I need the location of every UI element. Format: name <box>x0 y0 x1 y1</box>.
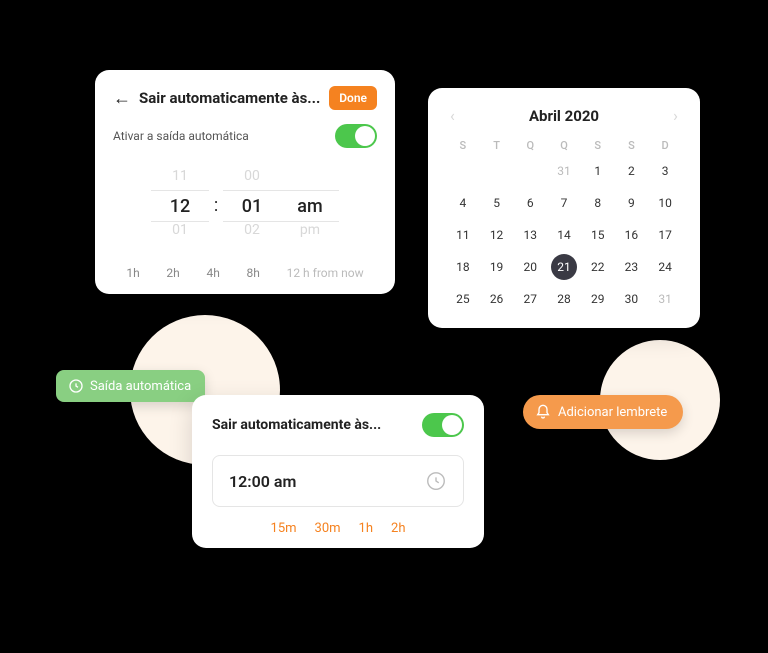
calendar-day[interactable]: 9 <box>615 190 649 216</box>
clock-icon <box>68 378 84 394</box>
calendar-day[interactable]: 26 <box>480 286 514 312</box>
calendar-day[interactable]: 20 <box>513 254 547 280</box>
calendar-prev-icon[interactable]: ‹ <box>446 106 459 125</box>
calendar-day <box>480 158 514 184</box>
bell-icon <box>535 404 551 420</box>
calendar-day[interactable]: 5 <box>480 190 514 216</box>
calendar-day[interactable]: 4 <box>446 190 480 216</box>
calendar-day[interactable]: 24 <box>648 254 682 280</box>
shortcut-2h[interactable]: 2h <box>166 266 179 280</box>
calendar-day[interactable]: 3 <box>648 158 682 184</box>
calendar-day[interactable]: 28 <box>547 286 581 312</box>
duration-shortcuts: 15m 30m 1h 2h <box>212 521 464 536</box>
button-label: Adicionar lembrete <box>558 405 667 420</box>
back-arrow-icon[interactable]: ← <box>113 88 131 109</box>
minute-column[interactable]: 00 01 02 <box>223 168 281 244</box>
calendar-day[interactable]: 13 <box>513 222 547 248</box>
calendar-day[interactable]: 14 <box>547 222 581 248</box>
calendar-day[interactable]: 29 <box>581 286 615 312</box>
calendar-day[interactable]: 10 <box>648 190 682 216</box>
shortcut-1h[interactable]: 1h <box>359 521 373 536</box>
calendar-dow: D <box>648 139 682 152</box>
calendar-day[interactable]: 17 <box>648 222 682 248</box>
add-reminder-button[interactable]: Adicionar lembrete <box>523 395 683 429</box>
calendar-next-icon[interactable]: › <box>669 106 682 125</box>
calendar-day[interactable]: 16 <box>615 222 649 248</box>
calendar-day[interactable]: 12 <box>480 222 514 248</box>
ampm-column[interactable]: am pm <box>281 168 339 244</box>
colon: : <box>209 168 223 244</box>
calendar-day[interactable]: 6 <box>513 190 547 216</box>
calendar-day[interactable]: 30 <box>615 286 649 312</box>
calendar-dow: S <box>615 139 649 152</box>
shortcut-2h[interactable]: 2h <box>391 521 405 536</box>
calendar-day[interactable]: 19 <box>480 254 514 280</box>
auto-leave-toggle[interactable] <box>422 413 464 437</box>
calendar-day[interactable]: 11 <box>446 222 480 248</box>
toggle-label: Ativar a saída automática <box>113 129 249 143</box>
shortcut-4h[interactable]: 4h <box>206 266 219 280</box>
time-value: 12:00 am <box>229 472 296 491</box>
calendar-day[interactable]: 2 <box>615 158 649 184</box>
calendar-day[interactable]: 22 <box>581 254 615 280</box>
calendar-grid: STQQSSD311234567891011121314151617181920… <box>446 139 682 312</box>
time-picker[interactable]: 11 12 01 : 00 01 02 am pm <box>113 168 377 244</box>
calendar-day[interactable]: 21 <box>551 254 577 280</box>
auto-leave-mini-card: Sair automaticamente às... 12:00 am 15m … <box>192 395 484 548</box>
shortcut-15m[interactable]: 15m <box>271 521 297 536</box>
calendar-day[interactable]: 15 <box>581 222 615 248</box>
calendar-dow: T <box>480 139 514 152</box>
shortcut-30m[interactable]: 30m <box>315 521 341 536</box>
calendar-day[interactable]: 7 <box>547 190 581 216</box>
calendar-day[interactable]: 27 <box>513 286 547 312</box>
auto-leave-tag[interactable]: Saída automática <box>56 370 205 402</box>
calendar-dow: S <box>581 139 615 152</box>
auto-leave-toggle[interactable] <box>335 124 377 148</box>
calendar-dow: Q <box>547 139 581 152</box>
tag-label: Saída automática <box>90 379 191 394</box>
clock-icon <box>425 470 447 492</box>
calendar-dow: Q <box>513 139 547 152</box>
shortcut-note: 12 h from now <box>287 266 364 280</box>
duration-shortcuts: 1h 2h 4h 8h 12 h from now <box>113 266 377 280</box>
calendar-day[interactable]: 1 <box>581 158 615 184</box>
done-button[interactable]: Done <box>329 86 377 110</box>
shortcut-1h[interactable]: 1h <box>126 266 139 280</box>
calendar-day <box>513 158 547 184</box>
calendar-title: Abril 2020 <box>529 107 599 125</box>
calendar-day[interactable]: 31 <box>648 286 682 312</box>
calendar-day[interactable]: 25 <box>446 286 480 312</box>
card-title: Sair automaticamente às... <box>139 89 321 107</box>
hour-column[interactable]: 11 12 01 <box>151 168 209 244</box>
calendar-day[interactable]: 8 <box>581 190 615 216</box>
calendar-day[interactable]: 31 <box>547 158 581 184</box>
shortcut-8h[interactable]: 8h <box>247 266 260 280</box>
calendar-dow: S <box>446 139 480 152</box>
card-title: Sair automaticamente às... <box>212 417 381 433</box>
calendar-card: ‹ Abril 2020 › STQQSSD311234567891011121… <box>428 88 700 328</box>
calendar-day[interactable]: 18 <box>446 254 480 280</box>
auto-leave-card: ← Sair automaticamente às... Done Ativar… <box>95 70 395 294</box>
time-input[interactable]: 12:00 am <box>212 455 464 507</box>
calendar-day[interactable]: 23 <box>615 254 649 280</box>
calendar-day <box>446 158 480 184</box>
